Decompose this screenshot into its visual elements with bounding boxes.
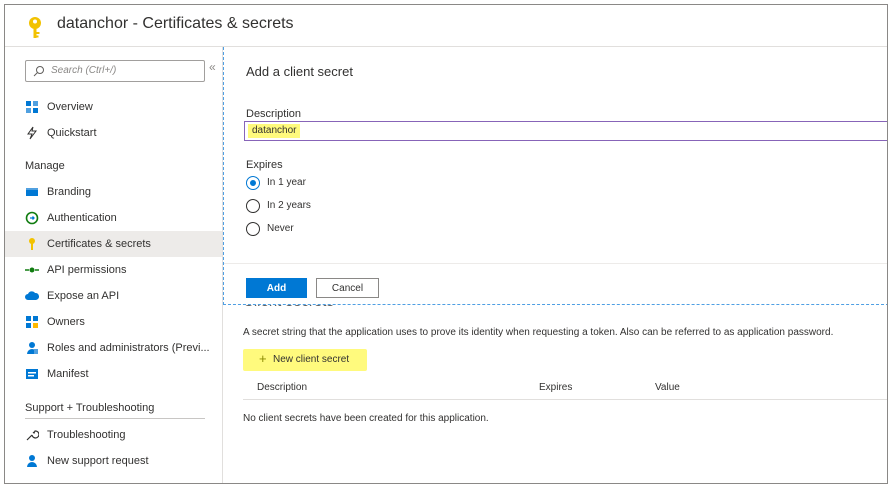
description-label: Description [246, 108, 302, 120]
search-placeholder: Search (Ctrl+/) [51, 65, 117, 76]
sidebar-item-label: Branding [47, 186, 92, 198]
new-client-secret-label: New client secret [273, 354, 350, 365]
radio-label: In 2 years [267, 200, 311, 211]
sidebar-item-label: Authentication [47, 212, 117, 224]
key-icon [29, 238, 35, 250]
description-value: datanchor [248, 124, 301, 138]
panel-divider [224, 263, 887, 264]
key-icon [29, 17, 41, 38]
search-input[interactable]: Search (Ctrl+/) [25, 60, 205, 82]
radio-circle-selected [246, 176, 260, 190]
overview-grid-icon [26, 101, 38, 113]
sidebar: Search (Ctrl+/) « Overview Quickstart Ma… [5, 47, 223, 483]
section-divider [25, 418, 205, 419]
app-window: datanchor - Certificates & secrets Searc… [4, 4, 888, 484]
description-field[interactable]: datanchor [244, 121, 887, 141]
sidebar-item-roles-administrators[interactable]: Roles and administrators (Previ... [5, 335, 222, 361]
cancel-button[interactable]: Cancel [316, 278, 379, 298]
manifest-icon [26, 369, 38, 379]
wrench-icon [26, 430, 39, 441]
add-button[interactable]: Add [246, 278, 307, 298]
table-divider [243, 399, 887, 400]
authentication-icon [25, 211, 39, 225]
sidebar-item-label: Owners [47, 316, 85, 328]
new-client-secret-button[interactable]: + New client secret [243, 349, 367, 371]
sidebar-item-new-support-request[interactable]: New support request [5, 448, 222, 474]
sidebar-item-label: API permissions [47, 264, 127, 276]
sidebar-item-label: Troubleshooting [47, 429, 126, 441]
panel-title: Add a client secret [246, 64, 353, 79]
plus-icon: + [259, 351, 267, 366]
sidebar-item-overview[interactable]: Overview [5, 94, 222, 120]
sidebar-item-label: Manifest [47, 368, 89, 380]
sidebar-item-label: Quickstart [47, 127, 97, 139]
radio-circle [246, 199, 260, 213]
radio-circle [246, 222, 260, 236]
sidebar-item-label: Certificates & secrets [47, 238, 151, 250]
sidebar-item-troubleshooting[interactable]: Troubleshooting [5, 422, 222, 448]
add-client-secret-panel: Add a client secret Description datancho… [223, 47, 887, 305]
collapse-sidebar-button[interactable]: « [209, 60, 216, 74]
sidebar-item-authentication[interactable]: Authentication [5, 205, 222, 231]
cloud-icon [25, 291, 39, 300]
sidebar-item-label: Roles and administrators (Previ... [47, 342, 210, 354]
client-secrets-description: A secret string that the application use… [243, 327, 834, 338]
api-permissions-icon [25, 267, 39, 273]
sidebar-item-label: Expose an API [47, 290, 120, 302]
sidebar-item-expose-api[interactable]: Expose an API [5, 283, 222, 309]
radio-label: Never [267, 223, 294, 234]
sidebar-item-owners[interactable]: Owners [5, 309, 222, 335]
sidebar-item-manifest[interactable]: Manifest [5, 361, 222, 387]
quickstart-bolt-icon [27, 126, 37, 140]
section-title-support: Support + Troubleshooting [25, 402, 155, 414]
column-header-value[interactable]: Value [655, 382, 680, 393]
empty-table-message: No client secrets have been created for … [243, 413, 489, 424]
branding-icon [26, 188, 38, 196]
support-person-icon [27, 455, 37, 467]
sidebar-item-quickstart[interactable]: Quickstart [5, 120, 222, 146]
column-header-description[interactable]: Description [257, 382, 307, 393]
page-header: datanchor - Certificates & secrets [5, 5, 887, 47]
column-header-expires[interactable]: Expires [539, 382, 572, 393]
sidebar-item-branding[interactable]: Branding [5, 179, 222, 205]
page-title: datanchor - Certificates & secrets [57, 15, 294, 32]
sidebar-item-label: New support request [47, 455, 149, 467]
sidebar-item-certificates-secrets[interactable]: Certificates & secrets [5, 231, 222, 257]
search-icon [33, 66, 44, 77]
section-title-manage: Manage [25, 160, 65, 172]
sidebar-item-label: Overview [47, 101, 93, 113]
sidebar-item-api-permissions[interactable]: API permissions [5, 257, 222, 283]
radio-label: In 1 year [267, 177, 306, 188]
expires-label: Expires [246, 159, 283, 171]
owners-icon [26, 316, 38, 328]
roles-icon [27, 342, 38, 354]
